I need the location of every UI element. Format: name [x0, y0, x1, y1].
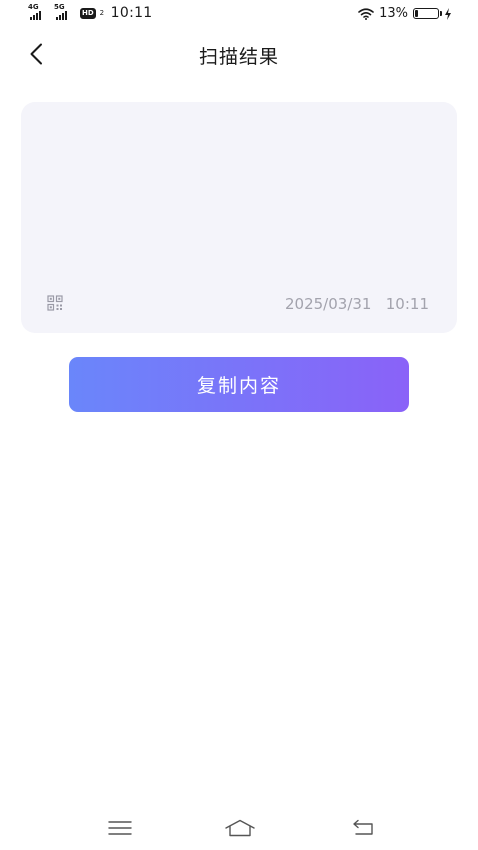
net-type-label: 5G — [54, 3, 65, 11]
battery-icon — [413, 8, 442, 19]
qr-code-icon — [47, 295, 63, 311]
system-nav-bar — [0, 808, 478, 848]
battery-fill — [415, 10, 418, 17]
scan-result-content — [43, 124, 435, 274]
nav-menu-button[interactable] — [100, 812, 140, 844]
wifi-icon — [358, 7, 374, 20]
status-bar: 4G 5G HD 2 10:11 13% — [0, 0, 478, 28]
copy-content-button[interactable]: 复制内容 — [69, 357, 409, 412]
net-type-label: 4G — [28, 3, 39, 11]
hd-voice-icon: HD — [80, 7, 96, 19]
status-right: 13% — [358, 6, 452, 21]
nav-home-button[interactable] — [220, 812, 260, 844]
home-icon — [225, 819, 255, 837]
back-arrow-icon — [353, 819, 373, 835]
page-title: 扫描结果 — [198, 46, 279, 68]
charging-bolt-icon — [445, 7, 451, 20]
nav-back-button[interactable] — [344, 812, 384, 844]
scan-result-screen: 4G 5G HD 2 10:11 13% 扫描结果 2025/03/31 10:… — [0, 0, 478, 850]
signal-4g-icon: 4G — [28, 3, 50, 21]
scan-result-card: 2025/03/31 10:11 — [21, 102, 457, 333]
battery-percent: 13% — [379, 6, 408, 21]
hd-voice-sub: 2 — [99, 8, 105, 17]
status-time: 10:11 — [110, 5, 153, 21]
scan-timestamp: 2025/03/31 10:11 — [285, 295, 429, 313]
status-left: 4G 5G HD 2 10:11 — [28, 3, 153, 21]
app-header: 扫描结果 — [0, 36, 478, 72]
menu-icon — [108, 821, 132, 835]
signal-5g-icon: 5G — [54, 3, 76, 21]
